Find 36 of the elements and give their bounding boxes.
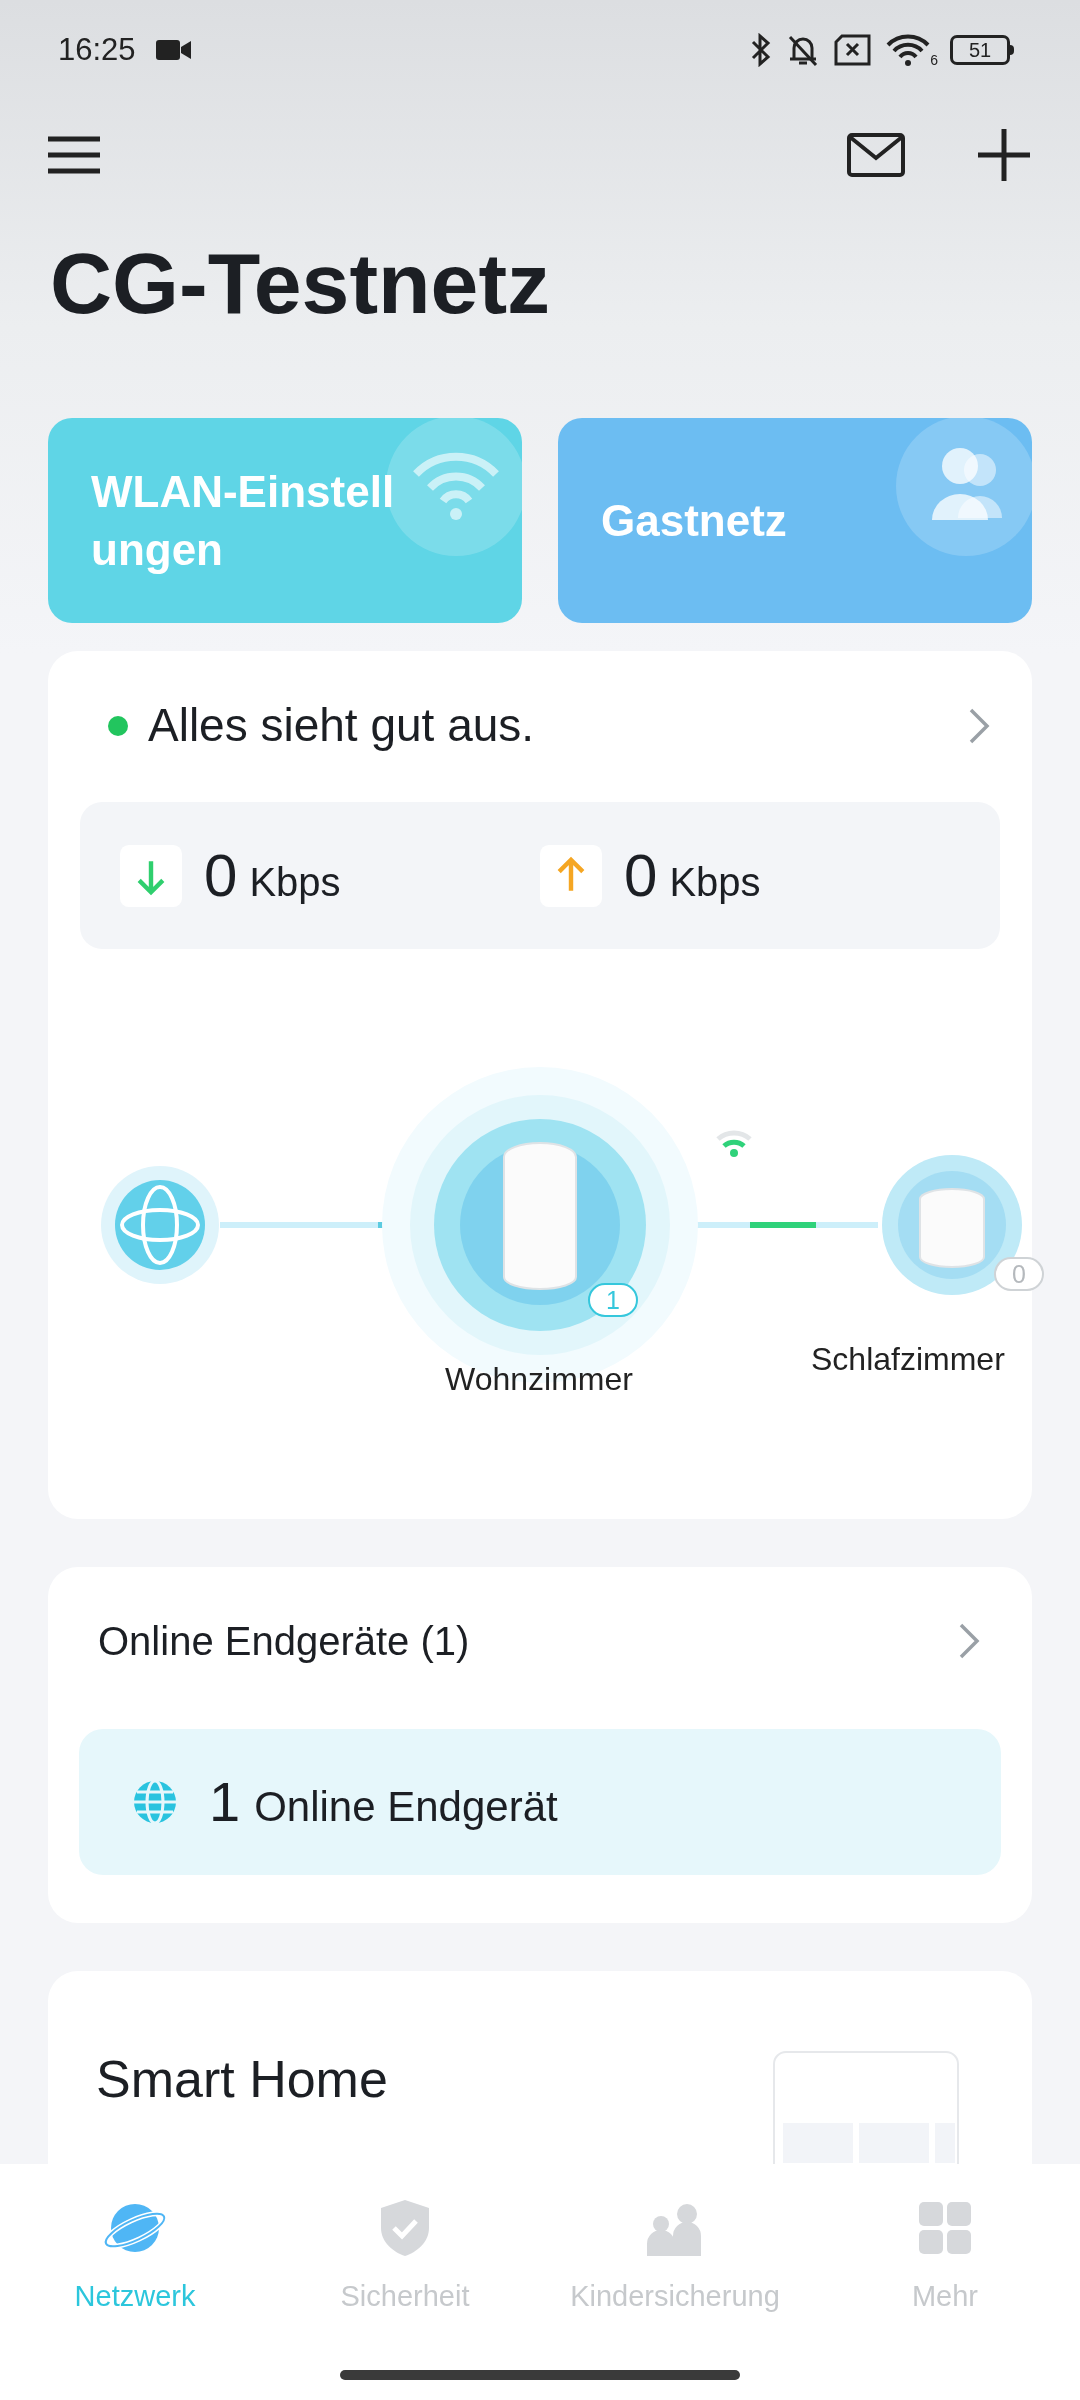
- online-devices-button[interactable]: 1 Online Endgerät: [79, 1729, 1001, 1875]
- globe-icon: [131, 1778, 179, 1826]
- device-count-label: Online Endgerät: [254, 1786, 558, 1828]
- section-title: Online Endgeräte (1): [98, 1618, 470, 1665]
- status-time: 16:25: [58, 30, 136, 69]
- status-text: Alles sieht gut aus.: [148, 698, 535, 753]
- bluetooth-icon: [750, 33, 772, 67]
- chevron-right-icon[interactable]: [958, 1622, 980, 1660]
- node-label: Wohnzimmer: [445, 1360, 633, 1399]
- device-count: 1: [209, 1774, 241, 1830]
- mesh-satellite-drawing[interactable]: [880, 1153, 1024, 1297]
- nav-tab[interactable]: Netzwerk: [0, 2196, 270, 2311]
- wifi-standard-label: 6: [930, 51, 938, 70]
- quick-action-button[interactable]: WLAN-Einstell ungen: [48, 418, 522, 623]
- speed-value: 0: [204, 845, 238, 906]
- quick-action-button[interactable]: Gastnetz: [558, 418, 1032, 623]
- bell-off-icon: [786, 33, 820, 67]
- nav-tab[interactable]: Sicherheit: [270, 2196, 540, 2311]
- node-label: Schlafzimmer: [811, 1340, 1005, 1379]
- section-title: Smart Home: [96, 2053, 389, 2105]
- nav-tab[interactable]: Kindersicherung: [540, 2196, 810, 2311]
- sim-card-x-icon: [834, 34, 872, 66]
- client-count-badge: 0: [994, 1257, 1044, 1291]
- speed-unit: Kbps: [669, 861, 761, 902]
- mail-icon[interactable]: [846, 132, 906, 178]
- nav-tab[interactable]: Mehr: [810, 2196, 1080, 2311]
- chevron-right-icon[interactable]: [968, 706, 990, 745]
- plus-icon[interactable]: [976, 127, 1032, 183]
- battery-level: 51: [950, 35, 1010, 65]
- speed-unit: Kbps: [249, 861, 341, 902]
- wifi-signal-icon: [886, 33, 930, 67]
- video-camera-icon: [155, 38, 192, 62]
- people-icon: [896, 418, 1032, 556]
- speed-value: 0: [624, 845, 658, 906]
- globe-icon[interactable]: [101, 1166, 219, 1284]
- network-title: CG-Testnetz: [49, 240, 552, 326]
